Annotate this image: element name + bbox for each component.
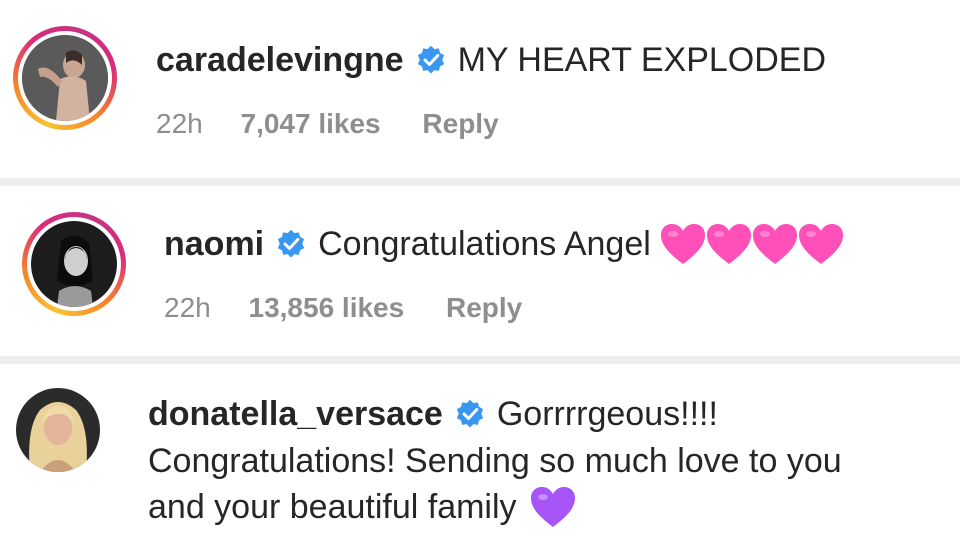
pink-heart-icon	[660, 224, 705, 264]
timestamp: 22h	[156, 108, 203, 139]
pink-heart-icon	[798, 224, 843, 264]
reply-button[interactable]: Reply	[422, 106, 498, 142]
divider	[0, 178, 960, 186]
timestamp: 22h	[164, 292, 211, 323]
comment-text: Gorrrrgeous!!!!	[496, 395, 718, 433]
story-ring[interactable]	[22, 212, 126, 316]
username[interactable]: caradelevingne	[156, 38, 404, 82]
username[interactable]: donatella_versace	[148, 392, 443, 436]
comment-text-line3: and your beautiful family	[148, 488, 517, 526]
avatar[interactable]	[22, 35, 108, 121]
divider	[0, 356, 960, 364]
story-ring[interactable]	[13, 26, 117, 130]
comment-text-line2: Congratulations! Sending so much love to…	[148, 442, 842, 480]
verified-badge-icon	[417, 45, 444, 74]
comment-donatella-versace: donatella_versace Gorrrrgeous!!!! Congra…	[0, 364, 960, 544]
avatar[interactable]	[16, 388, 100, 472]
purple-heart-icon	[530, 487, 575, 527]
likes-count[interactable]: 7,047 likes	[241, 106, 381, 142]
reply-button[interactable]: Reply	[446, 290, 522, 326]
comment-caradelevingne: caradelevingne MY HEART EXPLODED 22h 7,0…	[0, 0, 960, 178]
comments-feed: caradelevingne MY HEART EXPLODED 22h 7,0…	[0, 0, 960, 544]
pink-heart-icon	[706, 224, 751, 264]
avatar[interactable]	[31, 221, 117, 307]
hearts-emoji	[659, 222, 843, 266]
comment-text: MY HEART EXPLODED	[457, 41, 827, 79]
likes-count[interactable]: 13,856 likes	[249, 290, 405, 326]
pink-heart-icon	[752, 224, 797, 264]
verified-badge-icon	[278, 229, 305, 258]
username[interactable]: naomi	[164, 222, 264, 266]
comment-naomi: naomi Congratulations Angel 22h 13,856 l…	[0, 186, 960, 356]
comment-text: Congratulations Angel	[318, 225, 651, 263]
verified-badge-icon	[456, 399, 483, 428]
